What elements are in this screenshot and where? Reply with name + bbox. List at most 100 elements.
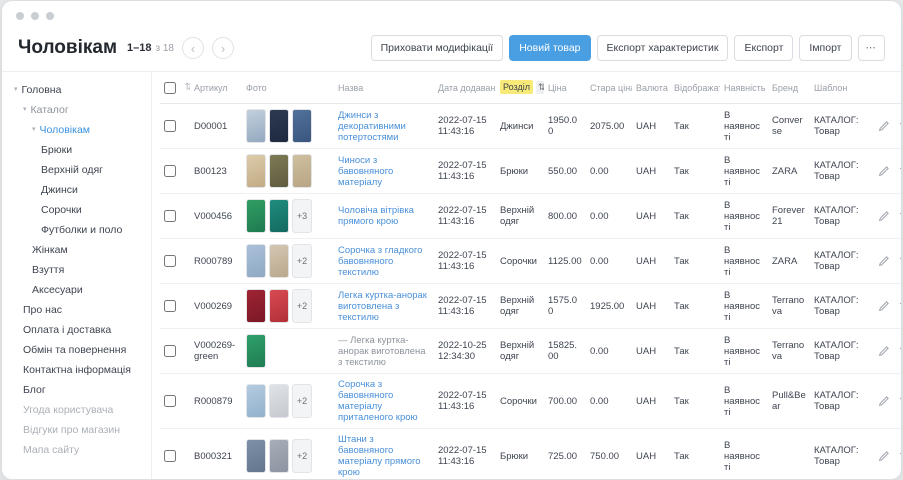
- sidebar-item[interactable]: Взуття: [2, 260, 151, 280]
- product-photo[interactable]: [246, 199, 266, 233]
- sidebar-item[interactable]: Жінкам: [2, 240, 151, 260]
- more-photos-badge[interactable]: +2: [292, 289, 312, 323]
- sort-direction-icon[interactable]: ⇅: [536, 81, 544, 94]
- product-photo[interactable]: [292, 109, 312, 143]
- product-name-link[interactable]: Сорочка з гладкого бавовняного текстилю: [338, 245, 422, 278]
- product-photo[interactable]: [246, 154, 266, 188]
- product-photo[interactable]: [246, 109, 266, 143]
- sidebar-item[interactable]: Відгуки про магазин: [2, 420, 151, 440]
- delete-button[interactable]: [898, 120, 901, 132]
- delete-button[interactable]: [898, 395, 901, 407]
- delete-button[interactable]: [898, 210, 901, 222]
- hide-modifications-button[interactable]: Приховати модифікації: [371, 35, 504, 61]
- new-product-button[interactable]: Новий товар: [509, 35, 590, 61]
- row-checkbox[interactable]: [164, 300, 176, 312]
- col-header-price[interactable]: Ціна: [544, 72, 586, 104]
- sidebar-item[interactable]: Оплата і доставка: [2, 320, 151, 340]
- col-header-currency[interactable]: Валюта: [632, 72, 670, 104]
- window-close-icon[interactable]: [16, 12, 24, 20]
- sidebar-item[interactable]: Джинси: [2, 180, 151, 200]
- row-checkbox[interactable]: [164, 395, 176, 407]
- col-header-date-added[interactable]: Дата додавання: [434, 72, 496, 104]
- product-photo[interactable]: [246, 244, 266, 278]
- edit-button[interactable]: [878, 450, 890, 462]
- sidebar-item[interactable]: Верхній одяг: [2, 160, 151, 180]
- edit-button[interactable]: [878, 300, 890, 312]
- edit-button[interactable]: [878, 395, 890, 407]
- row-checkbox[interactable]: [164, 210, 176, 222]
- export-button[interactable]: Експорт: [734, 35, 793, 61]
- edit-button[interactable]: [878, 345, 890, 357]
- product-name-link[interactable]: Штани з бавовняного матеріалу прямого кр…: [338, 434, 421, 478]
- more-photos-badge[interactable]: +2: [292, 384, 312, 418]
- product-name-link[interactable]: Легка куртка-анорак виготовлена з тексти…: [338, 290, 427, 323]
- product-name-link[interactable]: Сорочка з бавовняного матеріалу притален…: [338, 379, 418, 423]
- row-checkbox[interactable]: [164, 450, 176, 462]
- row-checkbox[interactable]: [164, 165, 176, 177]
- delete-button[interactable]: [898, 300, 901, 312]
- edit-button[interactable]: [878, 210, 890, 222]
- product-name-link[interactable]: Чоловіча вітрівка прямого крою: [338, 205, 414, 227]
- next-page-button[interactable]: ›: [212, 37, 234, 59]
- product-photo[interactable]: [246, 289, 266, 323]
- sidebar-item[interactable]: Блог: [2, 380, 151, 400]
- product-name-link[interactable]: Чиноси з бавовняного матеріалу: [338, 155, 393, 188]
- product-photo[interactable]: [246, 334, 266, 368]
- row-checkbox[interactable]: [164, 255, 176, 267]
- section-header-highlight[interactable]: Розділ: [500, 80, 533, 94]
- product-photo[interactable]: [269, 439, 289, 473]
- row-checkbox[interactable]: [164, 120, 176, 132]
- product-photo[interactable]: [292, 154, 312, 188]
- col-header-section[interactable]: Розділ⇅: [496, 72, 544, 104]
- col-header-article[interactable]: Артикул: [190, 72, 242, 104]
- sidebar-item[interactable]: Брюки: [2, 140, 151, 160]
- product-photo[interactable]: [246, 384, 266, 418]
- col-header-old-price[interactable]: Стара ціна: [586, 72, 632, 104]
- product-photo[interactable]: [269, 244, 289, 278]
- more-photos-badge[interactable]: +2: [292, 439, 312, 473]
- sidebar-item[interactable]: Аксесуари: [2, 280, 151, 300]
- sidebar-item[interactable]: Про нас: [2, 300, 151, 320]
- sidebar-item[interactable]: Мапа сайту: [2, 440, 151, 460]
- availability-cell: В наявності: [720, 104, 768, 149]
- col-header-availability[interactable]: Наявність: [720, 72, 768, 104]
- edit-button[interactable]: [878, 165, 890, 177]
- prev-page-button[interactable]: ‹: [182, 37, 204, 59]
- delete-button[interactable]: [898, 165, 901, 177]
- sidebar-item[interactable]: ▾ Головна: [2, 80, 151, 100]
- delete-button[interactable]: [898, 345, 901, 357]
- select-all-checkbox[interactable]: [164, 82, 176, 94]
- sort-rows-icon[interactable]: ⇅: [185, 82, 190, 93]
- delete-button[interactable]: [898, 450, 901, 462]
- delete-button[interactable]: [898, 255, 901, 267]
- sidebar-item[interactable]: Футболки и поло: [2, 220, 151, 240]
- edit-button[interactable]: [878, 255, 890, 267]
- col-header-display[interactable]: Відображати: [670, 72, 720, 104]
- sidebar-item[interactable]: Сорочки: [2, 200, 151, 220]
- product-photo[interactable]: [269, 154, 289, 188]
- product-photo[interactable]: [269, 384, 289, 418]
- import-button[interactable]: Імпорт: [799, 35, 851, 61]
- more-photos-badge[interactable]: +3: [292, 199, 312, 233]
- export-characteristics-button[interactable]: Експорт характеристик: [597, 35, 729, 61]
- more-actions-button[interactable]: ⋯: [858, 35, 886, 61]
- col-header-template[interactable]: Шаблон: [810, 72, 874, 104]
- sidebar-item[interactable]: Угода користувача: [2, 400, 151, 420]
- sidebar-item[interactable]: ▾ Каталог: [2, 100, 151, 120]
- sidebar-item[interactable]: Обмін та повернення: [2, 340, 151, 360]
- edit-button[interactable]: [878, 120, 890, 132]
- row-checkbox[interactable]: [164, 345, 176, 357]
- product-photo[interactable]: [269, 289, 289, 323]
- product-name-link[interactable]: Джинси з декоративними потертостями: [338, 110, 406, 143]
- product-photo[interactable]: [269, 109, 289, 143]
- col-header-name[interactable]: Назва: [334, 72, 434, 104]
- col-header-brand[interactable]: Бренд: [768, 72, 810, 104]
- window-minimize-icon[interactable]: [31, 12, 39, 20]
- product-photo[interactable]: [246, 439, 266, 473]
- sidebar-item[interactable]: ▾ Чоловікам: [2, 120, 151, 140]
- product-photo[interactable]: [269, 199, 289, 233]
- product-name-link[interactable]: — Легка куртка-анорак виготовлена з текс…: [338, 335, 426, 368]
- sidebar-item[interactable]: Контактна інформація: [2, 360, 151, 380]
- window-maximize-icon[interactable]: [46, 12, 54, 20]
- more-photos-badge[interactable]: +2: [292, 244, 312, 278]
